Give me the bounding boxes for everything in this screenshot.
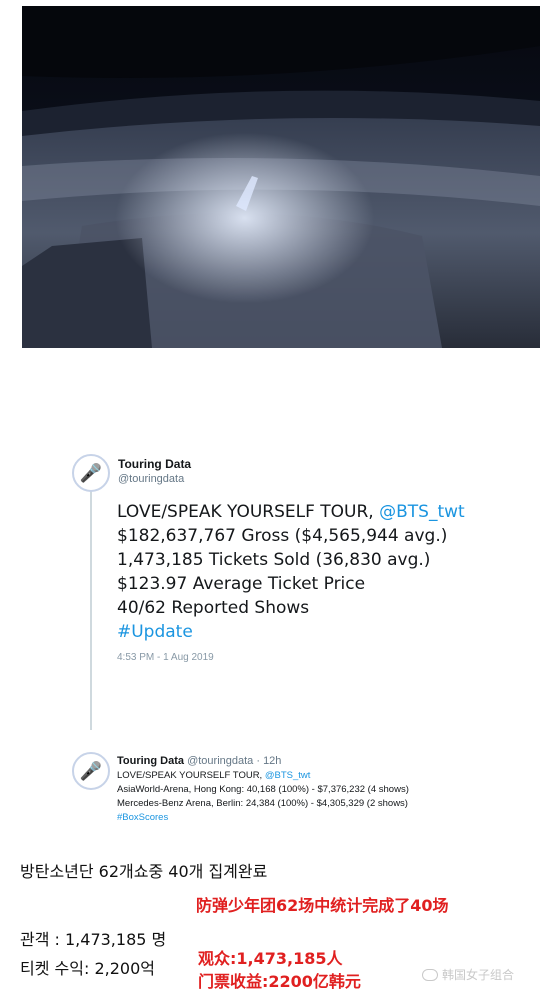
watermark-text: 韩国女子组合 — [442, 968, 515, 982]
tweet-line-price: $123.97 Average Ticket Price — [117, 574, 366, 594]
korean-caption-revenue: 티켓 수익: 2,200억 — [20, 959, 155, 978]
tweet-timestamp[interactable]: 4:53 PM - 1 Aug 2019 — [117, 652, 214, 663]
tour-title: LOVE/SPEAK YOURSELF TOUR, — [117, 502, 380, 522]
wechat-icon — [422, 968, 438, 981]
reply-header: Touring Data @touringdata · 12h — [117, 755, 447, 767]
reply-line-tour: LOVE/SPEAK YOURSELF TOUR, @BTS_twt — [117, 769, 447, 783]
tweet-text: LOVE/SPEAK YOURSELF TOUR, @BTS_twt $182,… — [117, 500, 517, 644]
reply-author-name[interactable]: Touring Data — [117, 755, 184, 767]
reply-tweet: Touring Data @touringdata · 12h LOVE/SPE… — [117, 755, 447, 825]
stadium-photo — [22, 6, 540, 348]
author-name[interactable]: Touring Data — [118, 457, 191, 471]
chinese-caption-summary: 防弹少年团62场中统计完成了40场 — [196, 896, 449, 915]
chinese-caption-revenue: 门票收益:2200亿韩元 — [198, 972, 361, 991]
tweet-line-shows: 40/62 Reported Shows — [117, 598, 310, 618]
stadium-photo-drawing — [22, 6, 540, 348]
reply-avatar[interactable]: 🎤 — [72, 752, 110, 790]
korean-caption-audience: 관객 : 1,473,185 명 — [20, 930, 167, 949]
tweet-line-gross: $182,637,767 Gross ($4,565,944 avg.) — [117, 526, 448, 546]
thread-line — [90, 480, 92, 730]
korean-caption-summary: 방탄소년단 62개쇼중 40개 집계완료 — [20, 862, 268, 881]
tweet-line-tickets: 1,473,185 Tickets Sold (36,830 avg.) — [117, 550, 431, 570]
reply-line-hongkong: AsiaWorld-Arena, Hong Kong: 40,168 (100%… — [117, 784, 409, 795]
author-handle[interactable]: @touringdata — [118, 473, 191, 485]
hashtag-link[interactable]: #Update — [117, 620, 517, 644]
microphone-icon: 🎤 — [79, 462, 103, 484]
mention-link[interactable]: @BTS_twt — [379, 502, 465, 522]
tweet-line-tour: LOVE/SPEAK YOURSELF TOUR, @BTS_twt — [117, 500, 517, 524]
avatar[interactable]: 🎤 — [72, 454, 110, 492]
tweet-card: 🎤 Touring Data @touringdata LOVE/SPEAK Y… — [0, 360, 555, 845]
reply-text: LOVE/SPEAK YOURSELF TOUR, @BTS_twt AsiaW… — [117, 769, 447, 825]
chinese-caption-audience: 观众:1,473,185人 — [198, 949, 343, 968]
reply-mention-link[interactable]: @BTS_twt — [265, 770, 311, 781]
watermark: 韩国女子组合 — [422, 966, 514, 983]
reply-hashtag-link[interactable]: #BoxScores — [117, 811, 447, 825]
reply-line-berlin: Mercedes-Benz Arena, Berlin: 24,384 (100… — [117, 798, 408, 809]
microphone-icon: 🎤 — [79, 760, 103, 782]
reply-tour-title: LOVE/SPEAK YOURSELF TOUR, — [117, 770, 265, 781]
reply-meta: @touringdata · 12h — [187, 755, 282, 767]
tweet-author: Touring Data @touringdata — [118, 457, 191, 485]
